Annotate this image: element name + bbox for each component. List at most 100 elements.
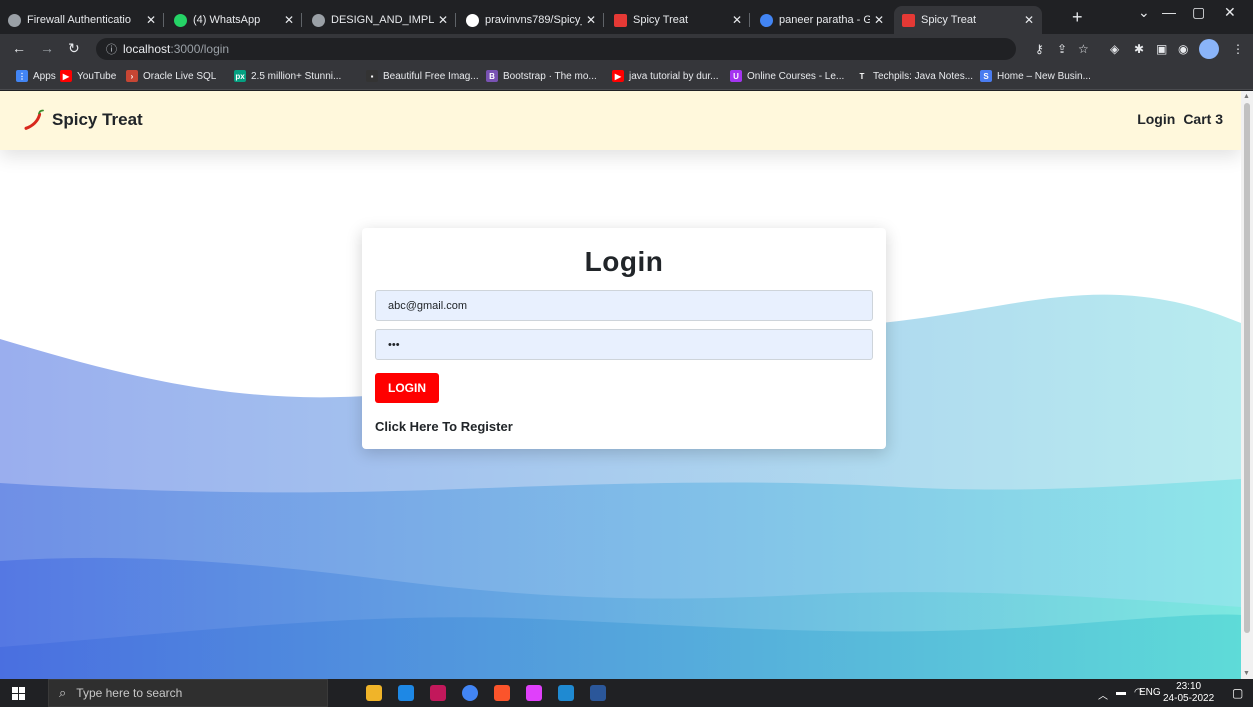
scroll-down-icon[interactable]: ▼	[1243, 670, 1250, 677]
chevron-up-icon[interactable]: ︿	[1098, 687, 1108, 702]
site-icon: S	[980, 70, 992, 82]
register-link[interactable]: Click Here To Register	[375, 419, 513, 434]
bookmark-bootstrap[interactable]: B Bootstrap · The mo...	[486, 70, 597, 82]
scrollbar-thumb[interactable]	[1244, 103, 1250, 633]
apps-icon: ⋮	[16, 70, 28, 82]
chili-favicon-icon	[902, 13, 915, 27]
login-button[interactable]: LOGIN	[375, 373, 439, 403]
tab-title: Firewall Authenticatio	[27, 14, 131, 26]
bookmark-apps[interactable]: ⋮ Apps	[16, 70, 56, 82]
browser-tab[interactable]: DESIGN_AND_IMPLEN ✕	[304, 6, 456, 34]
chili-pepper-icon	[24, 109, 44, 130]
email-field[interactable]	[375, 290, 873, 321]
close-tab-icon[interactable]: ✕	[586, 13, 596, 27]
browser-tab[interactable]: pravinvns789/Spicy_T ✕	[458, 6, 604, 34]
vscode-icon[interactable]	[558, 685, 574, 701]
tab-title: paneer paratha - Goo	[779, 14, 870, 26]
new-tab-icon[interactable]: +	[1072, 8, 1083, 26]
close-tab-icon[interactable]: ✕	[874, 13, 884, 27]
browser-tab[interactable]: Spicy Treat ✕	[606, 6, 750, 34]
bookmark-pexels[interactable]: px 2.5 million+ Stunni...	[234, 70, 341, 82]
language-indicator[interactable]: ENG	[1139, 687, 1161, 698]
bookmark-label: Beautiful Free Imag...	[383, 70, 479, 82]
techpils-icon: T	[856, 70, 868, 82]
close-tab-icon[interactable]: ✕	[732, 13, 742, 27]
browser-tab[interactable]: paneer paratha - Goo ✕	[752, 6, 892, 34]
minimize-icon[interactable]: —	[1162, 4, 1176, 20]
system-clock[interactable]: 23:10 24-05-2022	[1163, 681, 1214, 705]
bookmark-java-tutorial[interactable]: ▶ java tutorial by dur...	[612, 70, 719, 82]
address-bar[interactable]: ⓘ localhost:3000/login	[96, 38, 1016, 60]
bookmark-techpils[interactable]: T Techpils: Java Notes...	[856, 70, 973, 82]
close-window-icon[interactable]: ✕	[1224, 4, 1236, 21]
bookmark-label: Techpils: Java Notes...	[873, 70, 974, 82]
close-tab-icon[interactable]: ✕	[438, 13, 448, 27]
taskbar-search-box[interactable]: ⌕ Type here to search	[48, 679, 328, 707]
close-tab-icon[interactable]: ✕	[1024, 13, 1034, 27]
tab-search-icon[interactable]: ⌄	[1138, 4, 1150, 21]
tab-title: DESIGN_AND_IMPLEN	[331, 14, 434, 26]
maximize-icon[interactable]: ▢	[1192, 4, 1205, 21]
chrome-icon[interactable]	[462, 685, 478, 701]
page-scrollbar[interactable]: ▲ ▼	[1241, 91, 1253, 679]
forward-icon[interactable]: →	[40, 40, 54, 56]
reload-icon[interactable]: ↻	[68, 40, 80, 57]
sidepanel-icon[interactable]: ▣	[1156, 42, 1167, 56]
nav-login-link[interactable]: Login	[1137, 111, 1175, 127]
clock-time: 23:10	[1176, 681, 1202, 692]
bookmark-udemy[interactable]: U Online Courses - Le...	[730, 70, 844, 82]
brave-icon[interactable]	[494, 685, 510, 701]
nav-links: Login Cart 3	[1137, 111, 1223, 127]
brand-name: Spicy Treat	[52, 110, 143, 129]
intellij-icon[interactable]	[526, 685, 542, 701]
bookmark-star-icon[interactable]: ☆	[1078, 42, 1089, 56]
tab-title: Spicy Treat	[633, 14, 689, 26]
store-icon[interactable]	[398, 685, 414, 701]
back-icon[interactable]: ←	[12, 40, 26, 56]
browser-tab[interactable]: (4) WhatsApp ✕	[166, 6, 302, 34]
bookmark-label: java tutorial by dur...	[629, 70, 719, 82]
password-field[interactable]	[375, 329, 873, 360]
nav-cart-link[interactable]: Cart 3	[1183, 111, 1223, 127]
close-tab-icon[interactable]: ✕	[146, 13, 156, 27]
youtube-icon: ▶	[612, 70, 624, 82]
key-icon[interactable]: ⚷	[1035, 42, 1044, 56]
menu-kebab-icon[interactable]: ⋮	[1232, 42, 1244, 56]
youtube-icon: ▶	[60, 70, 72, 82]
puzzle-icon[interactable]: ✱	[1134, 42, 1144, 56]
bookmark-unsplash[interactable]: ▪ Beautiful Free Imag...	[366, 70, 479, 82]
avatar[interactable]	[1199, 39, 1219, 59]
login-title: Login	[584, 246, 664, 277]
battery-icon[interactable]: ▬	[1116, 687, 1126, 698]
app-icon[interactable]	[430, 685, 446, 701]
search-icon: ⌕	[59, 685, 67, 700]
login-card: Login LOGIN Click Here To Register	[362, 228, 886, 449]
clock-date: 24-05-2022	[1163, 693, 1215, 704]
extension-icon[interactable]: ◈	[1110, 42, 1119, 56]
file-explorer-icon[interactable]	[366, 685, 382, 701]
site-navbar: Spicy Treat Login Cart 3	[0, 91, 1241, 150]
bookmark-oracle[interactable]: › Oracle Live SQL	[126, 70, 216, 82]
profile-icon[interactable]: ◉	[1178, 42, 1188, 56]
windows-start-icon[interactable]	[12, 687, 25, 700]
site-info-icon[interactable]: ⓘ	[106, 41, 117, 57]
bookmark-label: Apps	[33, 70, 56, 82]
bookmark-youtube[interactable]: ▶ YouTube	[60, 70, 116, 82]
browser-tab-active[interactable]: Spicy Treat ✕	[894, 6, 1042, 34]
tab-title: Spicy Treat	[921, 14, 977, 26]
bookmark-label: YouTube	[77, 70, 117, 82]
browser-tab[interactable]: Firewall Authenticatio ✕	[0, 6, 164, 34]
bookmark-label: Home – New Busin...	[997, 70, 1091, 82]
share-icon[interactable]: ⇪	[1057, 42, 1067, 56]
bookmark-label: Oracle Live SQL	[143, 70, 217, 82]
page-viewport: Spicy Treat Login Cart 3 Login LOGIN Cli…	[0, 91, 1241, 679]
bookmark-label: 2.5 million+ Stunni...	[251, 70, 342, 82]
close-tab-icon[interactable]: ✕	[284, 13, 294, 27]
bookmark-home-business[interactable]: S Home – New Busin...	[980, 70, 1091, 82]
notification-icon[interactable]: ▢	[1232, 686, 1243, 700]
brand-logo-link[interactable]: Spicy Treat	[22, 108, 143, 132]
udemy-icon: U	[730, 70, 742, 82]
oracle-icon: ›	[126, 70, 138, 82]
word-icon[interactable]	[590, 685, 606, 701]
scroll-up-icon[interactable]: ▲	[1243, 93, 1250, 100]
